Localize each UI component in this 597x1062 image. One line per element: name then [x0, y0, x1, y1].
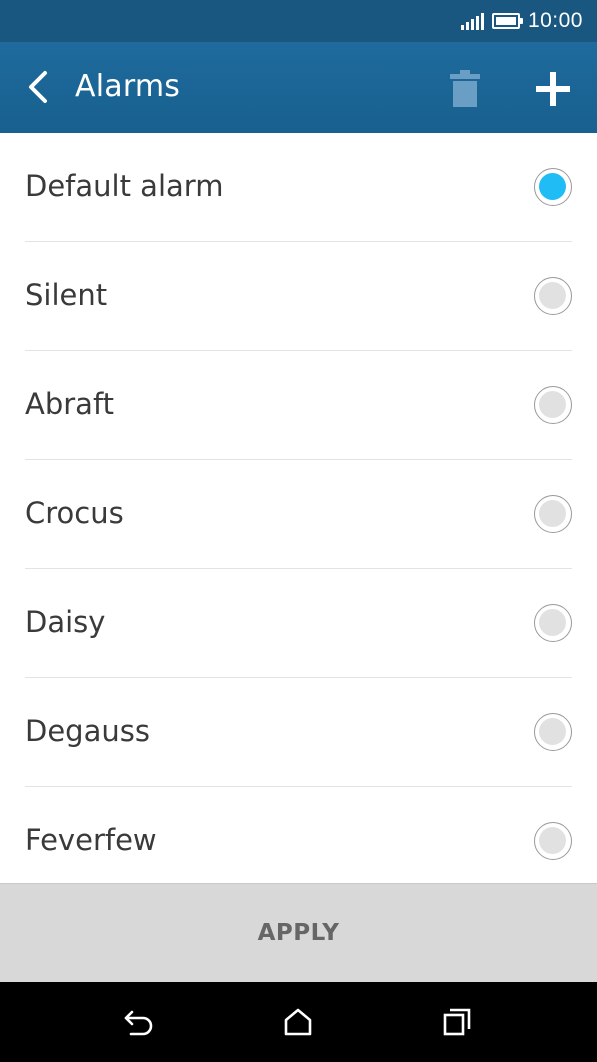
trash-icon — [450, 70, 480, 107]
signal-icon — [460, 12, 484, 30]
apply-label: APPLY — [257, 920, 340, 946]
home-icon — [284, 1008, 312, 1036]
list-item[interactable]: Abraft — [25, 351, 572, 460]
nav-home-button[interactable] — [280, 1004, 316, 1040]
radio-button[interactable] — [534, 713, 572, 751]
back-icon — [29, 71, 47, 103]
status-clock: 10:00 — [527, 9, 583, 32]
plus-icon — [536, 72, 570, 106]
list-item[interactable]: Daisy — [25, 569, 572, 678]
radio-button[interactable] — [534, 168, 572, 206]
status-bar: 10:00 — [0, 0, 597, 42]
add-alarm-button[interactable] — [530, 66, 576, 112]
app-bar: Alarms — [0, 42, 597, 133]
radio-button[interactable] — [534, 495, 572, 533]
back-nav-icon — [124, 1010, 153, 1036]
nav-back-button[interactable] — [121, 1004, 157, 1040]
list-item[interactable]: Crocus — [25, 460, 572, 569]
alarm-label: Degauss — [25, 714, 150, 748]
alarm-label: Crocus — [25, 496, 124, 530]
recents-icon — [443, 1008, 471, 1036]
apply-button[interactable]: APPLY — [0, 883, 597, 982]
navigation-bar — [0, 982, 597, 1062]
list-item[interactable]: Silent — [25, 242, 572, 351]
radio-button[interactable] — [534, 277, 572, 315]
status-icons: 10:00 — [460, 8, 583, 34]
page-title: Alarms — [75, 69, 181, 104]
alarm-label: Daisy — [25, 605, 106, 639]
alarm-list: Default alarm Silent Abraft Crocus Daisy… — [0, 133, 597, 883]
alarm-label: Default alarm — [25, 169, 224, 203]
alarm-label: Abraft — [25, 387, 115, 421]
radio-button[interactable] — [534, 604, 572, 642]
nav-recents-button[interactable] — [439, 1004, 475, 1040]
alarm-label: Feverfew — [25, 823, 157, 857]
delete-button[interactable] — [444, 66, 486, 112]
list-item[interactable]: Feverfew — [25, 787, 572, 896]
battery-icon — [491, 13, 523, 29]
alarm-label: Silent — [25, 278, 108, 312]
radio-button[interactable] — [534, 822, 572, 860]
radio-button[interactable] — [534, 386, 572, 424]
list-item[interactable]: Degauss — [25, 678, 572, 787]
list-item[interactable]: Default alarm — [25, 133, 572, 242]
back-button[interactable] — [18, 64, 58, 110]
